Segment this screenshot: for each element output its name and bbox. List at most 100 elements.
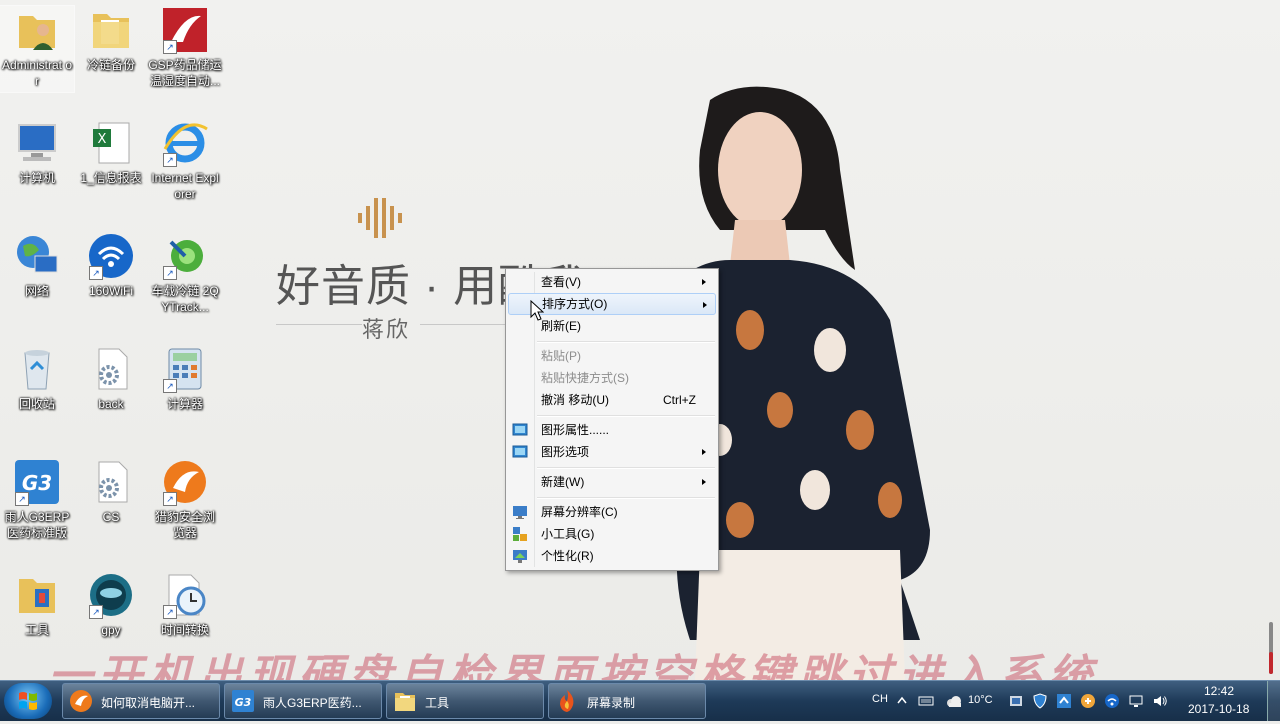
desktop-icon-gsp[interactable]: ↗ GSP药品储运 温湿度自动...	[148, 6, 222, 89]
desktop[interactable]: 好音质 · 用酷我 蒋欣 Administrat or 冷链备份 ↗ GSP药品…	[0, 0, 1280, 680]
track-app-icon: ↗	[161, 232, 209, 280]
graphics-properties-icon	[512, 423, 528, 436]
wallpaper-name: 蒋欣	[362, 317, 411, 342]
tray-app-icon[interactable]	[1008, 693, 1024, 709]
svg-text:X: X	[98, 132, 107, 147]
user-folder-icon	[13, 6, 61, 54]
desktop-icon-ie[interactable]: ↗ Internet Explorer	[148, 119, 222, 202]
calculator-icon: ↗	[161, 345, 209, 393]
desktop-icon-cold-chain-backup[interactable]: 冷链备份	[74, 6, 148, 73]
divider	[420, 324, 506, 325]
ie-icon: ↗	[161, 119, 209, 167]
desktop-icon-computer[interactable]: 计算机	[0, 119, 74, 186]
desktop-icon-recycle-bin[interactable]: 回收站	[0, 345, 74, 412]
network-tray-icon[interactable]	[1128, 693, 1144, 709]
taskbar-button-g3erp[interactable]: G3 雨人G3ERP医药...	[224, 683, 382, 719]
clock-app-icon: ↗	[161, 571, 209, 619]
taskbar-button-browser[interactable]: 如何取消电脑开...	[62, 683, 220, 719]
shortcut-arrow-icon: ↗	[163, 492, 177, 506]
menu-item-graphics-options[interactable]: 图形选项	[508, 441, 714, 463]
menu-item-paste[interactable]: 粘贴(P)	[508, 345, 714, 367]
menu-item-new[interactable]: 新建(W)	[508, 471, 714, 493]
desktop-icon-time-convert[interactable]: ↗ 时间转换	[148, 571, 222, 638]
shortcut-arrow-icon: ↗	[163, 40, 177, 54]
g3-app-icon: G3 ↗	[13, 458, 61, 506]
taskbar: 如何取消电脑开... G3 雨人G3ERP医药... 工具 屏幕录制 CH 10…	[0, 680, 1280, 721]
shortcut-arrow-icon: ↗	[163, 153, 177, 167]
menu-separator	[537, 467, 715, 469]
desktop-icon-report[interactable]: X 1_信息报表	[74, 119, 148, 186]
cheetah-browser-icon	[70, 690, 92, 712]
menu-item-paste-shortcut[interactable]: 粘贴快捷方式(S)	[508, 367, 714, 389]
gadgets-icon	[513, 527, 527, 541]
divider	[276, 324, 362, 325]
tray-update-icon[interactable]	[1056, 693, 1072, 709]
g3-app-icon: G3	[232, 690, 254, 712]
kuwo-logo	[358, 198, 402, 238]
windows-logo-icon	[19, 692, 37, 710]
submenu-arrow-icon	[702, 479, 706, 485]
clock-time[interactable]: 12:42	[1204, 684, 1234, 698]
weather-cloud-icon[interactable]	[944, 693, 964, 709]
shortcut-arrow-icon: ↗	[15, 492, 29, 506]
desktop-icon-gpy[interactable]: ↗ gpy	[74, 571, 148, 638]
svg-text:G3: G3	[235, 696, 252, 709]
shortcut-arrow-icon: ↗	[163, 266, 177, 280]
desktop-icon-track[interactable]: ↗ 车载冷链 2QYTrack...	[148, 232, 222, 315]
camera-app-icon: ↗	[87, 571, 135, 619]
taskbar-button-screen-record[interactable]: 屏幕录制	[548, 683, 706, 719]
volume-slider[interactable]	[1266, 622, 1276, 674]
screen-resolution-icon	[513, 506, 527, 519]
config-file-icon	[87, 345, 135, 393]
desktop-icon-160wifi[interactable]: ↗ 160WiFi	[74, 232, 148, 299]
desktop-icon-calculator[interactable]: ↗ 计算器	[148, 345, 222, 412]
wifi-icon: ↗	[87, 232, 135, 280]
recycle-bin-icon	[13, 345, 61, 393]
keyboard-icon[interactable]	[918, 693, 934, 709]
folder-icon	[395, 693, 415, 711]
menu-item-graphics-properties[interactable]: 图形属性......	[508, 419, 714, 441]
submenu-arrow-icon	[702, 449, 706, 455]
menu-separator	[537, 415, 715, 417]
config-file-icon	[87, 458, 135, 506]
gsp-app-icon: ↗	[161, 6, 209, 54]
input-language-indicator[interactable]: CH	[872, 693, 888, 705]
desktop-icon-network[interactable]: 网络	[0, 232, 74, 299]
menu-item-view[interactable]: 查看(V)	[508, 271, 714, 293]
submenu-arrow-icon	[702, 279, 706, 285]
show-desktop-button[interactable]	[1267, 681, 1280, 721]
menu-item-undo-move[interactable]: 撤消 移动(U) Ctrl+Z	[508, 389, 714, 411]
tray-tool-icon[interactable]	[1080, 693, 1096, 709]
desktop-icon-administrator[interactable]: Administrat or	[0, 5, 75, 93]
desktop-icon-cheetah-browser[interactable]: ↗ 猎豹安全浏 览器	[148, 458, 222, 541]
menu-separator	[537, 497, 715, 499]
shortcut-arrow-icon: ↗	[89, 605, 103, 619]
network-icon	[13, 232, 61, 280]
computer-icon	[13, 119, 61, 167]
desktop-icon-g3erp[interactable]: G3 ↗ 雨人G3ERP 医药标准版	[0, 458, 74, 541]
shortcut-arrow-icon: ↗	[163, 605, 177, 619]
tools-folder-icon	[13, 571, 61, 619]
excel-file-icon: X	[87, 119, 135, 167]
submenu-arrow-icon	[703, 302, 707, 308]
volume-icon[interactable]	[1152, 693, 1168, 709]
security-shield-icon[interactable]	[1032, 693, 1048, 709]
temperature-label[interactable]: 10°C	[968, 694, 993, 706]
menu-separator	[537, 341, 715, 343]
tray-up-arrow-icon[interactable]	[894, 693, 910, 709]
shortcut-arrow-icon: ↗	[89, 266, 103, 280]
clock-date[interactable]: 2017-10-18	[1188, 702, 1249, 716]
wifi-tray-icon[interactable]	[1104, 693, 1120, 709]
mouse-cursor-icon	[530, 300, 544, 321]
desktop-icon-tools[interactable]: 工具	[0, 571, 74, 638]
desktop-icon-cs[interactable]: CS	[74, 458, 148, 525]
shortcut-arrow-icon: ↗	[163, 379, 177, 393]
cheetah-browser-icon: ↗	[161, 458, 209, 506]
desktop-icon-back[interactable]: back	[74, 345, 148, 412]
screen-record-icon	[560, 690, 574, 712]
menu-item-gadgets[interactable]: 小工具(G)	[508, 523, 714, 545]
menu-item-personalize[interactable]: 个性化(R)	[508, 545, 714, 567]
menu-item-screen-resolution[interactable]: 屏幕分辨率(C)	[508, 501, 714, 523]
taskbar-button-tools[interactable]: 工具	[386, 683, 544, 719]
start-button[interactable]	[4, 683, 52, 719]
